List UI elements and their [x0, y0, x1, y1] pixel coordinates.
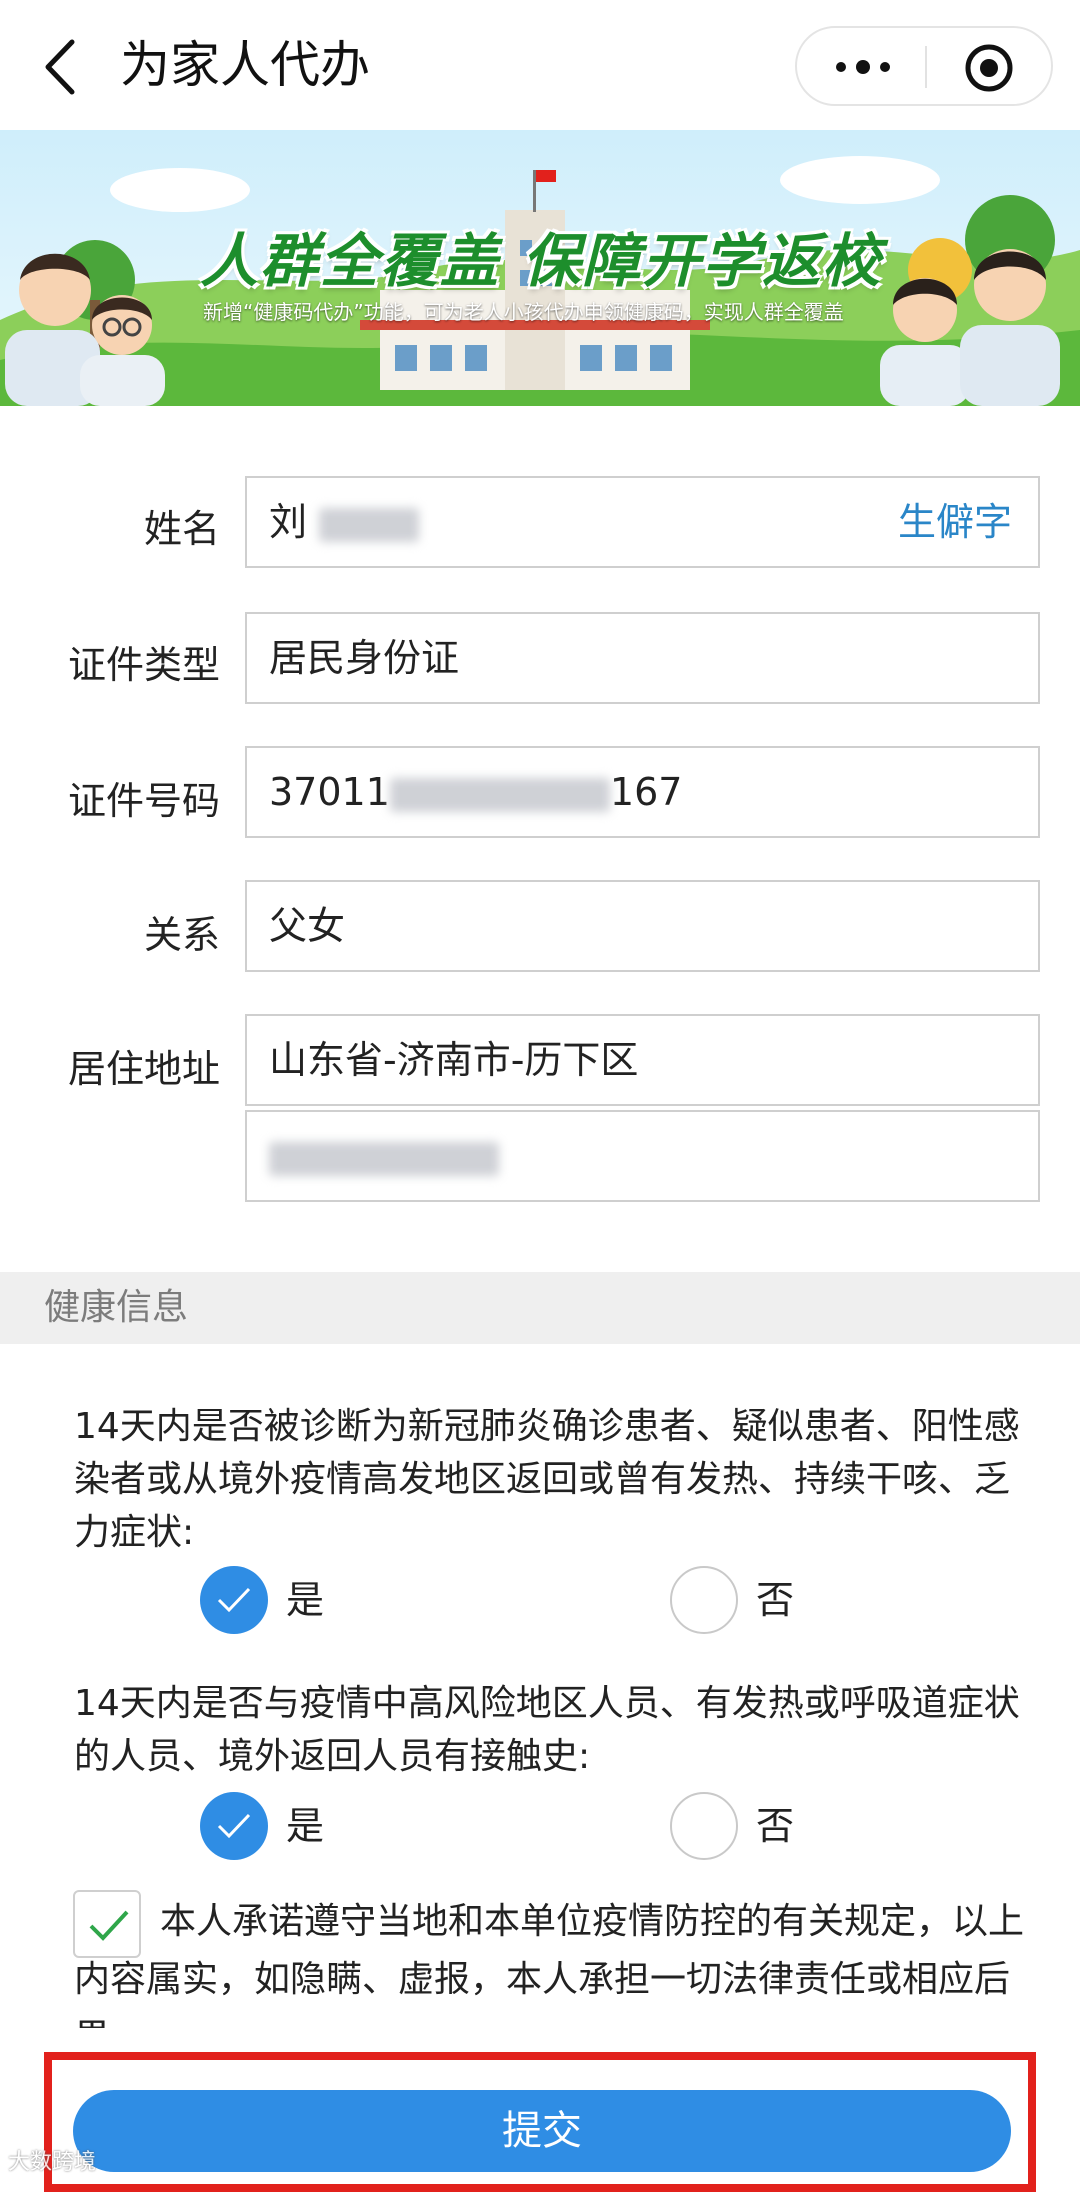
rare-char-link[interactable]: 生僻字	[898, 478, 1012, 566]
id-type-value: 居民身份证	[269, 636, 460, 680]
banner-title: 人群全覆盖 保障开学返校	[200, 227, 883, 295]
check-icon	[217, 1587, 251, 1613]
redacted-name	[319, 507, 420, 542]
id-type-select[interactable]: 居民身份证	[245, 612, 1040, 704]
q2-yes-radio[interactable]	[200, 1792, 268, 1860]
id-type-label: 证件类型	[67, 643, 220, 687]
redacted-id-number	[389, 777, 610, 812]
banner-subtitle: 新增“健康码代办”功能，可为老人小孩代办申领健康码，实现人群全覆盖	[203, 300, 844, 324]
question-1-text: 14天内是否被诊断为新冠肺炎确诊患者、疑似患者、阳性感染者或从境外疫情高发地区返…	[74, 1406, 1020, 1553]
more-dots-icon[interactable]	[827, 46, 899, 88]
name-label: 姓名	[143, 507, 220, 551]
relation-select[interactable]: 父女	[245, 880, 1040, 972]
question-2-text: 14天内是否与疫情中高风险地区人员、有发热或呼吸道症状的人员、境外返回人员有接触…	[74, 1683, 1020, 1777]
name-value: 刘	[269, 500, 308, 544]
annotation-highlight-box	[44, 2052, 1036, 2192]
relation-label: 关系	[143, 913, 220, 957]
id-number-suffix: 167	[609, 770, 683, 814]
commitment-text: 本人承诺遵守当地和本单位疫情防控的有关规定，以上内容属实，如隐瞒、虚报，本人承担…	[74, 1901, 1024, 2028]
id-number-prefix: 37011	[269, 770, 390, 814]
check-icon	[217, 1813, 251, 1839]
q2-no-radio[interactable]	[670, 1792, 738, 1860]
miniprogram-close-icon[interactable]	[963, 42, 1015, 94]
miniprogram-capsule	[795, 26, 1053, 106]
q1-yes-radio[interactable]	[200, 1566, 268, 1634]
id-number-input[interactable]: 37011 167	[245, 746, 1040, 838]
nav-bar: 为家人代办	[0, 0, 1080, 130]
address-region-value: 山东省-济南市-历下区	[269, 1038, 639, 1082]
redacted-address-detail	[269, 1141, 499, 1176]
relation-value: 父女	[269, 904, 346, 948]
q2-no-label: 否	[756, 1804, 795, 1848]
address-detail-input[interactable]	[245, 1110, 1040, 1202]
q1-yes-label: 是	[286, 1578, 325, 1622]
name-field[interactable]: 刘 生僻字	[245, 476, 1040, 568]
address-label: 居住地址	[67, 1047, 220, 1091]
health-section-title: 健康信息	[44, 1287, 189, 1328]
q1-no-label: 否	[756, 1578, 795, 1622]
chevron-left-icon[interactable]	[38, 36, 82, 98]
commitment-checkbox[interactable]	[73, 1890, 141, 1958]
health-section-header: 健康信息	[0, 1272, 1080, 1344]
checkmark-icon	[89, 1910, 129, 1941]
id-number-label: 证件号码	[67, 779, 220, 823]
capsule-divider	[925, 46, 927, 88]
q2-yes-label: 是	[286, 1804, 325, 1848]
address-region-select[interactable]: 山东省-济南市-历下区	[245, 1014, 1040, 1106]
promo-banner: 人群全覆盖 保障开学返校 新增“健康码代办”功能，可为老人小孩代办申领健康码，实…	[0, 130, 1080, 406]
watermark: 大数跨境	[8, 2150, 97, 2175]
q1-no-radio[interactable]	[670, 1566, 738, 1634]
page-title: 为家人代办	[120, 36, 370, 94]
